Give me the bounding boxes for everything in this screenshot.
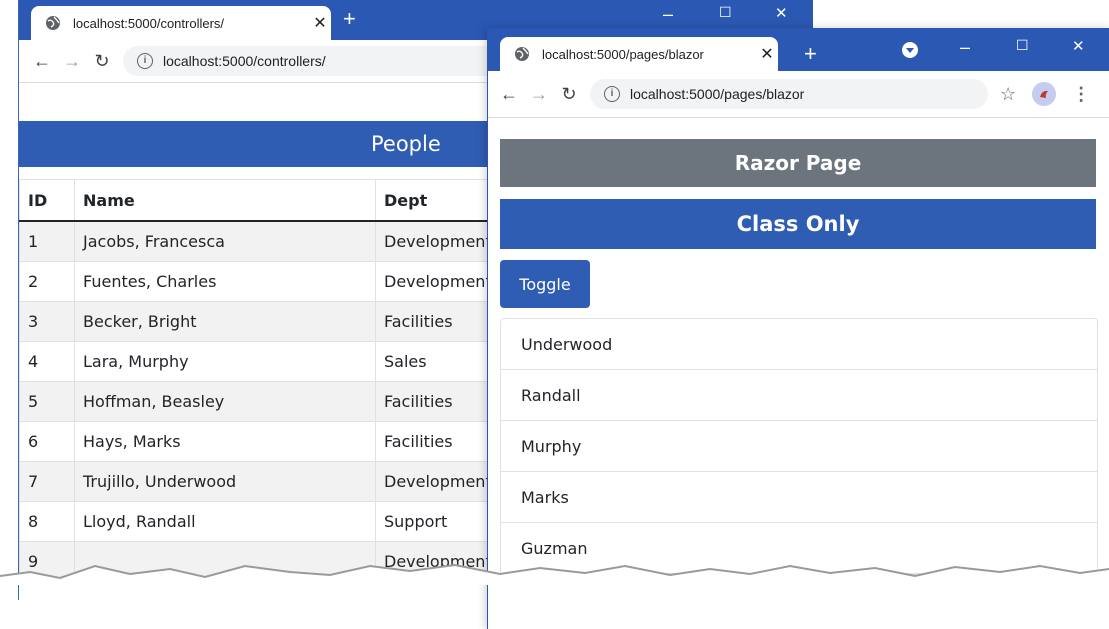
cell-id: 1 xyxy=(19,220,75,262)
tab-close-icon[interactable]: ✕ xyxy=(756,44,778,64)
browser-window-blazor: localhost:5000/pages/blazor ✕ + – ☐ ✕ ← … xyxy=(487,28,1109,629)
maximize-button[interactable]: ☐ xyxy=(719,4,732,21)
new-tab-button[interactable]: + xyxy=(343,8,356,30)
list-item: Guzman xyxy=(501,523,1097,574)
back-arrow-icon[interactable]: ← xyxy=(27,51,57,72)
cell-name: Trujillo, Underwood xyxy=(74,461,376,502)
forward-arrow-icon[interactable]: → xyxy=(524,84,554,105)
cell-name: Fuentes, Charles xyxy=(74,261,376,302)
tab-title: localhost:5000/controllers/ xyxy=(73,15,225,31)
close-window-button[interactable]: ✕ xyxy=(775,4,788,22)
cell-name: Lloyd, Randall xyxy=(74,501,376,542)
browser-toolbar: ← → ↻ i localhost:5000/pages/blazor ☆ ⋮ xyxy=(488,71,1109,118)
globe-icon xyxy=(514,46,530,62)
cell-id: 9 xyxy=(19,541,75,582)
list-item: Marks xyxy=(501,472,1097,523)
minimize-button[interactable]: – xyxy=(960,37,970,58)
column-header-name: Name xyxy=(74,179,376,222)
list-item: Underwood xyxy=(501,319,1097,370)
cell-id: 4 xyxy=(19,341,75,382)
info-icon[interactable]: i xyxy=(137,53,153,69)
cell-name: Lara, Murphy xyxy=(74,341,376,382)
list-item: Murphy xyxy=(501,421,1097,472)
minimize-button[interactable]: – xyxy=(663,4,673,25)
back-arrow-icon[interactable]: ← xyxy=(494,84,524,105)
cell-id: 3 xyxy=(19,301,75,342)
tab-title: localhost:5000/pages/blazor xyxy=(542,46,704,62)
cell-id: 7 xyxy=(19,461,75,502)
new-tab-button[interactable]: + xyxy=(804,43,817,65)
names-list: Underwood Randall Murphy Marks Guzman xyxy=(500,318,1098,575)
maximize-button[interactable]: ☐ xyxy=(1016,37,1029,54)
tab-close-icon[interactable]: ✕ xyxy=(309,13,331,33)
people-heading: People xyxy=(371,132,441,156)
cell-name: Becker, Bright xyxy=(74,301,376,342)
browser-tab-controllers[interactable]: localhost:5000/controllers/ ✕ xyxy=(31,6,331,40)
list-item: Randall xyxy=(501,370,1097,421)
reload-icon[interactable]: ↻ xyxy=(87,51,117,72)
cell-id: 6 xyxy=(19,421,75,462)
cell-name: Jacobs, Francesca xyxy=(74,220,376,262)
toggle-button[interactable]: Toggle xyxy=(500,260,590,308)
column-header-id: ID xyxy=(19,179,75,222)
cell-name: Hays, Marks xyxy=(74,421,376,462)
url-text: localhost:5000/pages/blazor xyxy=(630,86,805,102)
cell-name xyxy=(74,541,376,582)
cell-id: 2 xyxy=(19,261,75,302)
razor-page-banner: Razor Page xyxy=(500,139,1096,187)
forward-arrow-icon[interactable]: → xyxy=(57,51,87,72)
reload-icon[interactable]: ↻ xyxy=(554,84,584,105)
cell-name: Hoffman, Beasley xyxy=(74,381,376,422)
class-only-banner: Class Only xyxy=(500,199,1096,249)
browser-tab-blazor[interactable]: localhost:5000/pages/blazor ✕ xyxy=(500,37,778,71)
menu-icon[interactable]: ⋮ xyxy=(1072,84,1090,105)
cell-id: 8 xyxy=(19,501,75,542)
close-window-button[interactable]: ✕ xyxy=(1072,37,1085,55)
info-icon[interactable]: i xyxy=(604,86,620,102)
title-bar: localhost:5000/pages/blazor ✕ + – ☐ ✕ xyxy=(488,29,1109,71)
address-bar[interactable]: i localhost:5000/pages/blazor xyxy=(590,79,988,109)
page-content: Razor Page Class Only Toggle Underwood R… xyxy=(488,118,1109,629)
avatar-icon[interactable] xyxy=(1032,82,1057,106)
profile-icon[interactable] xyxy=(902,42,918,58)
globe-icon xyxy=(45,15,61,31)
star-icon[interactable]: ☆ xyxy=(1000,84,1016,105)
url-text: localhost:5000/controllers/ xyxy=(163,53,326,69)
cell-id: 5 xyxy=(19,381,75,422)
